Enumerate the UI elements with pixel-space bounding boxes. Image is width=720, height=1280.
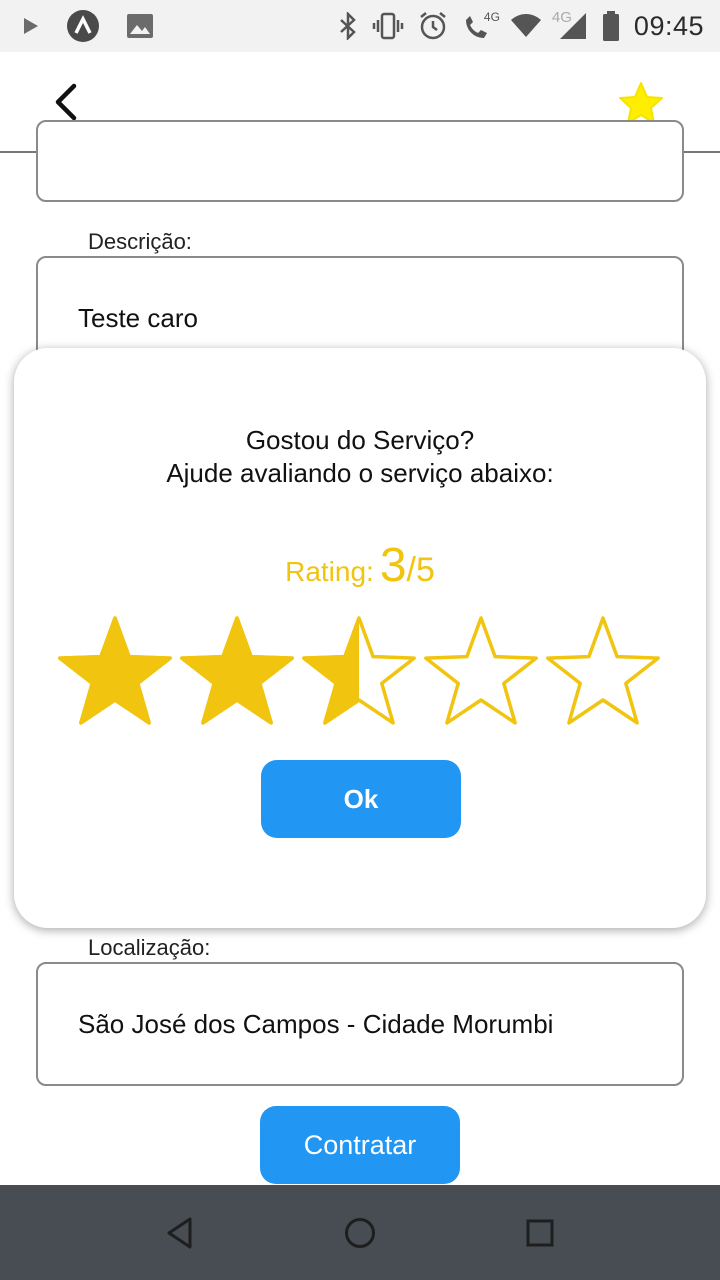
home-circle-icon (345, 1217, 375, 1248)
location-label: Localização: (88, 935, 211, 960)
rating-prefix: Rating: (285, 556, 374, 587)
signal-network-label: 4G (551, 9, 572, 26)
wifi-icon (510, 13, 542, 39)
app-notification-icon (66, 9, 100, 43)
description-label: Descrição: (88, 229, 192, 254)
previous-field-box[interactable] (36, 120, 684, 202)
rating-star-1[interactable] (54, 610, 176, 734)
call-network-label: 4G (483, 10, 500, 24)
dialog-question: Gostou do Serviço? (245, 425, 475, 455)
rating-max: /5 (406, 551, 435, 589)
image-icon (126, 13, 154, 39)
navigation-bar (0, 1185, 720, 1280)
location-value: São José dos Campos - Cidade Morumbi (78, 1009, 554, 1039)
rating-readout: Rating: 3/5 (14, 538, 706, 593)
alarm-icon (418, 11, 448, 41)
description-value: Teste caro (78, 303, 198, 333)
bluetooth-icon (338, 12, 358, 40)
star-rating[interactable] (54, 610, 666, 734)
rating-star-5[interactable] (542, 610, 664, 734)
call-4g-icon: 4G (462, 10, 500, 42)
status-bar: 4G 4G 09:45 (0, 0, 720, 52)
ok-button[interactable]: Ok (261, 760, 461, 838)
recents-square-icon (526, 1219, 554, 1246)
rating-star-3[interactable] (298, 610, 420, 734)
nav-recents-button[interactable] (495, 1185, 585, 1280)
location-field[interactable]: São José dos Campos - Cidade Morumbi (36, 962, 684, 1086)
ok-button-label: Ok (343, 783, 379, 814)
signal-icon: 4G (552, 9, 588, 41)
status-time: 09:45 (633, 10, 704, 41)
rating-value: 3 (379, 539, 407, 592)
rating-star-4[interactable] (420, 610, 542, 734)
rating-star-2[interactable] (176, 610, 298, 734)
vibrate-icon (372, 12, 404, 40)
play-icon (22, 16, 40, 36)
hire-button-label: Contratar (303, 1129, 417, 1160)
back-button[interactable] (44, 80, 88, 124)
dialog-instruction: Ajude avaliando o serviço abaixo: (166, 458, 554, 488)
rating-dialog: Gostou do Serviço? Ajude avaliando o ser… (14, 348, 706, 928)
star-outline (424, 616, 538, 725)
star-outline (546, 616, 660, 725)
star-fill (58, 616, 172, 725)
battery-icon (602, 11, 620, 41)
back-triangle-icon (167, 1217, 192, 1248)
nav-back-button[interactable] (135, 1185, 225, 1280)
hire-button[interactable]: Contratar (260, 1106, 460, 1184)
star-fill (180, 616, 294, 725)
screen: 4G 4G 09:45 Descrição: Teste caro Locali… (0, 0, 720, 1280)
nav-home-button[interactable] (315, 1185, 405, 1280)
chevron-left-icon (55, 83, 77, 121)
